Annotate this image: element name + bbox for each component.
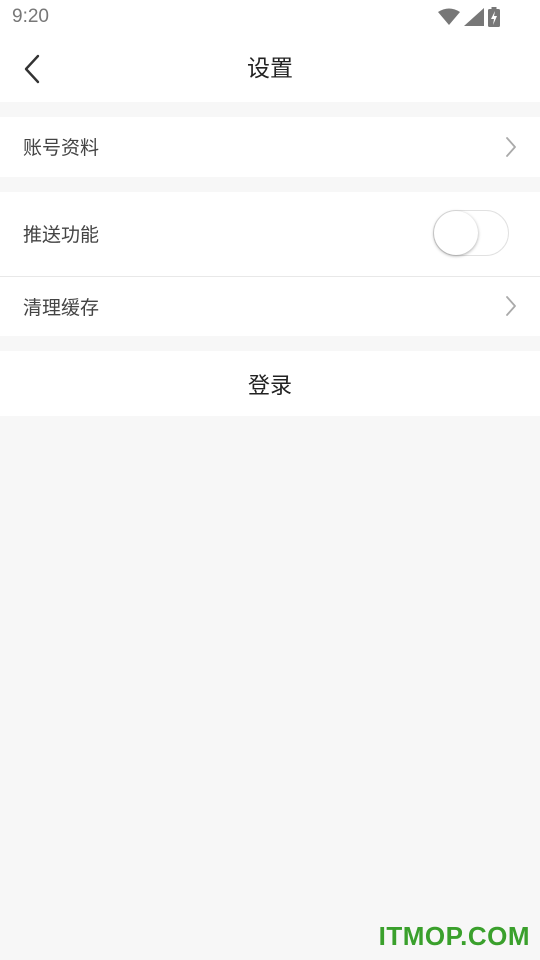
clear-cache-label: 清理缓存: [23, 297, 100, 319]
page-title: 设置: [247, 56, 293, 82]
signal-icon: [464, 8, 484, 26]
push-notification-row: 推送功能: [0, 192, 540, 276]
push-notification-label: 推送功能: [23, 224, 100, 246]
account-profile-row[interactable]: 账号资料: [0, 117, 540, 177]
login-button[interactable]: 登录: [0, 351, 540, 416]
header-bar: 设置: [0, 36, 540, 102]
chevron-right-icon: [506, 296, 516, 316]
status-bar: 9:20: [0, 0, 540, 36]
toggle-knob: [434, 211, 478, 255]
login-label: 登录: [247, 373, 292, 399]
watermark: ITMOP.COM: [378, 921, 530, 951]
push-notification-toggle[interactable]: [433, 210, 509, 256]
status-icons: [438, 6, 500, 28]
chevron-right-icon: [506, 137, 516, 157]
status-time: 9:20: [12, 6, 49, 27]
account-profile-label: 账号资料: [23, 137, 100, 159]
battery-charging-icon: [488, 7, 500, 27]
wifi-icon: [438, 8, 460, 25]
clear-cache-row[interactable]: 清理缓存: [0, 277, 540, 336]
